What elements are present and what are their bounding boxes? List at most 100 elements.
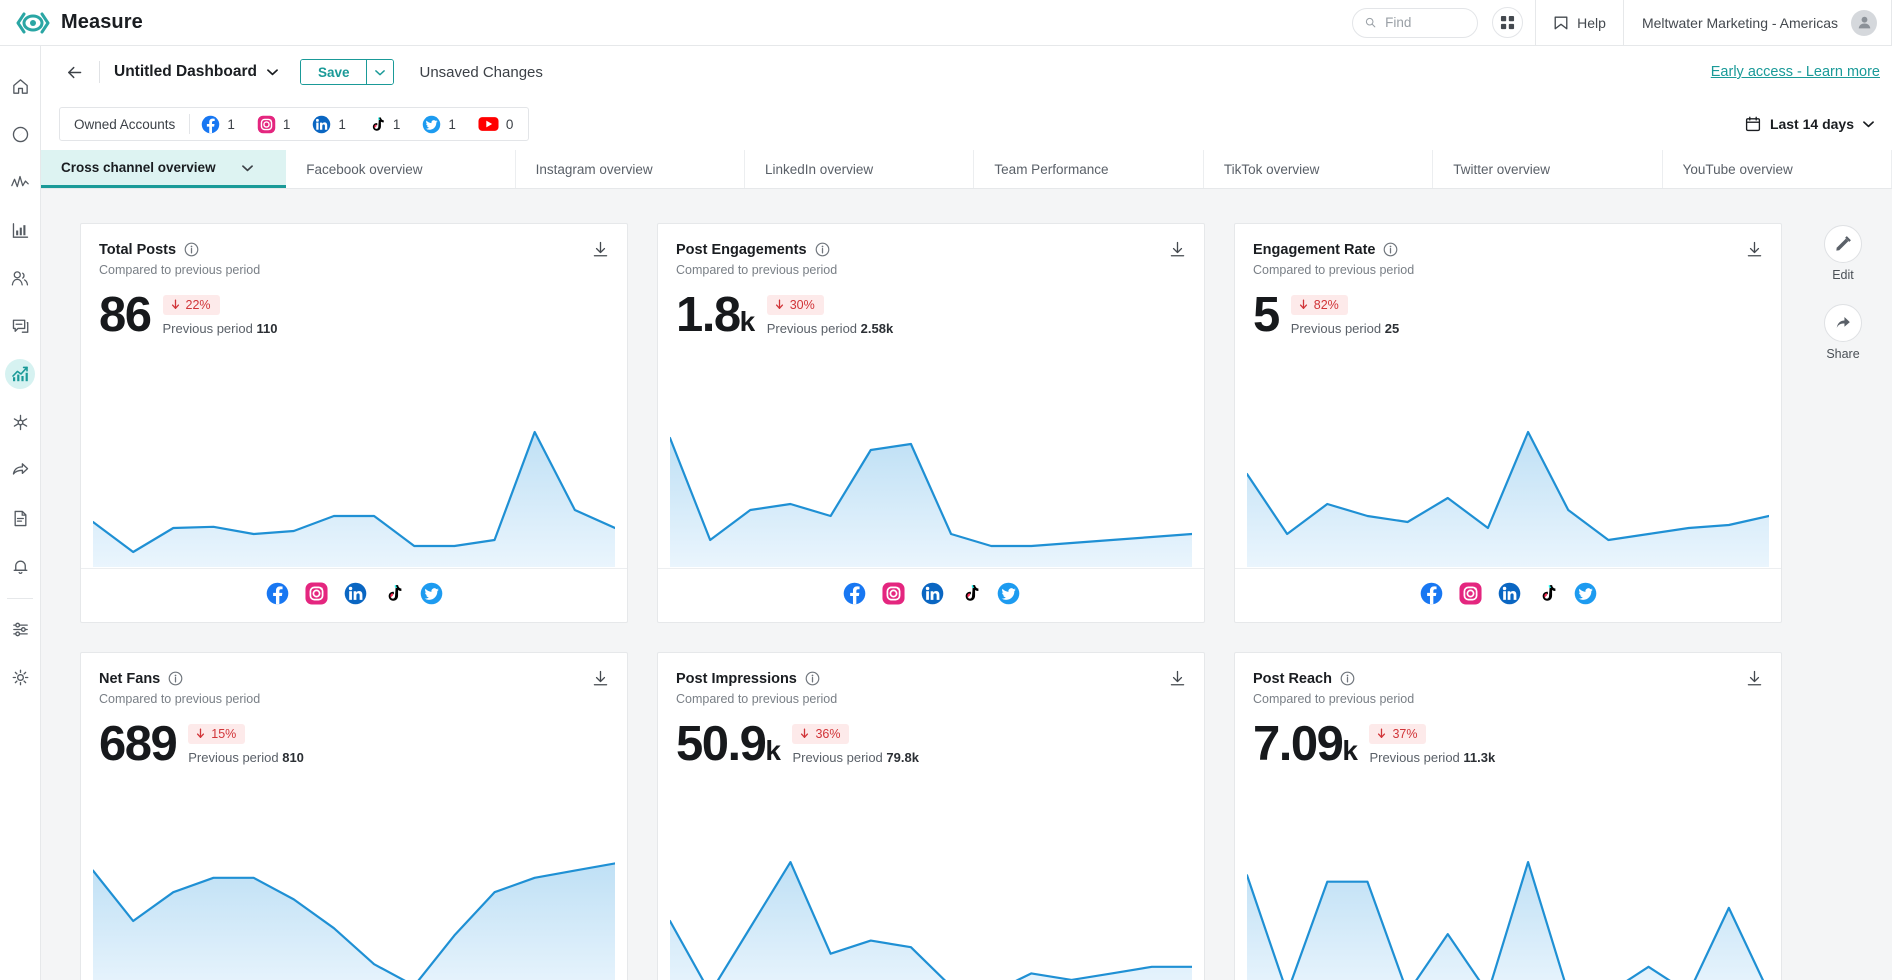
info-icon-wrap[interactable]: [168, 671, 183, 686]
metric-card[interactable]: Total Posts Compared to previous period …: [80, 223, 628, 623]
instagram-icon[interactable]: [881, 581, 905, 605]
footer-channel[interactable]: [881, 581, 905, 610]
share-button[interactable]: Share: [1810, 304, 1876, 361]
download-button[interactable]: [1169, 670, 1186, 687]
metric-card[interactable]: Post Impressions Compared to previous pe…: [657, 652, 1205, 980]
instagram-icon[interactable]: [304, 581, 328, 605]
info-icon[interactable]: [805, 671, 820, 686]
footer-channel[interactable]: [1498, 582, 1521, 610]
download-button[interactable]: [1746, 241, 1763, 258]
sidebar-item-alerts[interactable]: [0, 542, 41, 590]
tab-tiktok-overview[interactable]: TikTok overview: [1204, 150, 1434, 188]
chevron-down-icon[interactable]: [241, 164, 253, 172]
sidebar-item-settings[interactable]: [0, 653, 41, 701]
footer-channel[interactable]: [1458, 581, 1482, 610]
download-button[interactable]: [1746, 670, 1763, 687]
sidebar-item-engage[interactable]: [0, 302, 41, 350]
instagram-icon[interactable]: [1458, 581, 1482, 605]
info-icon[interactable]: [184, 242, 199, 257]
linkedin-icon[interactable]: [344, 582, 367, 605]
account-switcher[interactable]: Meltwater Marketing - Americas: [1624, 0, 1892, 46]
edit-button[interactable]: Edit: [1810, 225, 1876, 282]
app-brand[interactable]: Measure: [0, 11, 143, 34]
info-icon[interactable]: [168, 671, 183, 686]
save-options-button[interactable]: [366, 60, 394, 84]
info-icon-wrap[interactable]: [815, 242, 830, 257]
info-icon-wrap[interactable]: [1340, 671, 1355, 686]
sidebar-item-home[interactable]: [0, 62, 41, 110]
footer-channel[interactable]: [921, 582, 944, 610]
download-icon[interactable]: [1746, 670, 1763, 687]
tab-team-performance[interactable]: Team Performance: [974, 150, 1204, 188]
sidebar-item-analytics[interactable]: [0, 206, 41, 254]
search-box[interactable]: [1352, 7, 1479, 38]
account-chip-twitter[interactable]: 1: [411, 115, 467, 134]
footer-channel[interactable]: [383, 582, 404, 610]
tab-facebook-overview[interactable]: Facebook overview: [286, 150, 516, 188]
download-icon[interactable]: [592, 670, 609, 687]
account-chip-linkedin[interactable]: 1: [301, 115, 357, 134]
account-chip-instagram[interactable]: 1: [246, 115, 302, 134]
sidebar-item-audience[interactable]: [0, 254, 41, 302]
save-button[interactable]: Save: [300, 60, 367, 84]
footer-channel[interactable]: [997, 582, 1020, 610]
account-chip-facebook[interactable]: 1: [190, 115, 246, 134]
info-icon[interactable]: [815, 242, 830, 257]
twitter-icon[interactable]: [1574, 582, 1597, 605]
tiktok-icon[interactable]: [1537, 582, 1558, 605]
footer-channel[interactable]: [1420, 582, 1443, 610]
download-button[interactable]: [592, 241, 609, 258]
facebook-icon[interactable]: [843, 582, 866, 605]
linkedin-icon[interactable]: [1498, 582, 1521, 605]
tab-youtube-overview[interactable]: YouTube overview: [1663, 150, 1892, 188]
metric-card[interactable]: Post Reach Compared to previous period 7…: [1234, 652, 1782, 980]
tiktok-icon[interactable]: [960, 582, 981, 605]
footer-channel[interactable]: [344, 582, 367, 610]
help-button[interactable]: Help: [1535, 0, 1624, 46]
facebook-icon[interactable]: [266, 582, 289, 605]
linkedin-icon[interactable]: [921, 582, 944, 605]
info-icon-wrap[interactable]: [805, 671, 820, 686]
footer-channel[interactable]: [420, 582, 443, 610]
facebook-icon[interactable]: [1420, 582, 1443, 605]
tab-twitter-overview[interactable]: Twitter overview: [1433, 150, 1663, 188]
sidebar-item-reports[interactable]: [0, 494, 41, 542]
info-icon[interactable]: [1383, 242, 1398, 257]
footer-channel[interactable]: [1537, 582, 1558, 610]
account-chip-tiktok[interactable]: 1: [357, 115, 412, 134]
download-button[interactable]: [592, 670, 609, 687]
search-input[interactable]: [1385, 15, 1466, 30]
dashboard-title-menu[interactable]: Untitled Dashboard: [114, 63, 278, 81]
info-icon-wrap[interactable]: [1383, 242, 1398, 257]
back-button[interactable]: [59, 57, 89, 87]
tab-linkedin-overview[interactable]: LinkedIn overview: [745, 150, 975, 188]
footer-channel[interactable]: [960, 582, 981, 610]
sidebar-item-measure[interactable]: [0, 350, 41, 398]
twitter-icon[interactable]: [997, 582, 1020, 605]
download-icon[interactable]: [1746, 241, 1763, 258]
footer-channel[interactable]: [266, 582, 289, 610]
metric-card[interactable]: Net Fans Compared to previous period 689…: [80, 652, 628, 980]
footer-channel[interactable]: [843, 582, 866, 610]
tiktok-icon[interactable]: [383, 582, 404, 605]
sidebar-item-influencers[interactable]: [0, 398, 41, 446]
sidebar-item-explore[interactable]: [0, 110, 41, 158]
sidebar-item-activity[interactable]: [0, 158, 41, 206]
sidebar-item-publish[interactable]: [0, 446, 41, 494]
download-icon[interactable]: [1169, 670, 1186, 687]
footer-channel[interactable]: [1574, 582, 1597, 610]
early-access-link[interactable]: Early access - Learn more: [1711, 64, 1880, 80]
metric-card[interactable]: Post Engagements Compared to previous pe…: [657, 223, 1205, 623]
download-icon[interactable]: [592, 241, 609, 258]
sidebar-item-preferences[interactable]: [0, 605, 41, 653]
info-icon-wrap[interactable]: [184, 242, 199, 257]
info-icon[interactable]: [1340, 671, 1355, 686]
tab-instagram-overview[interactable]: Instagram overview: [516, 150, 746, 188]
account-chip-youtube[interactable]: 0: [467, 116, 525, 132]
date-range-picker[interactable]: Last 14 days: [1745, 116, 1874, 132]
footer-channel[interactable]: [304, 581, 328, 610]
tab-cross-channel-overview[interactable]: Cross channel overview: [41, 150, 287, 188]
app-grid-button[interactable]: [1492, 7, 1524, 38]
twitter-icon[interactable]: [420, 582, 443, 605]
download-button[interactable]: [1169, 241, 1186, 258]
